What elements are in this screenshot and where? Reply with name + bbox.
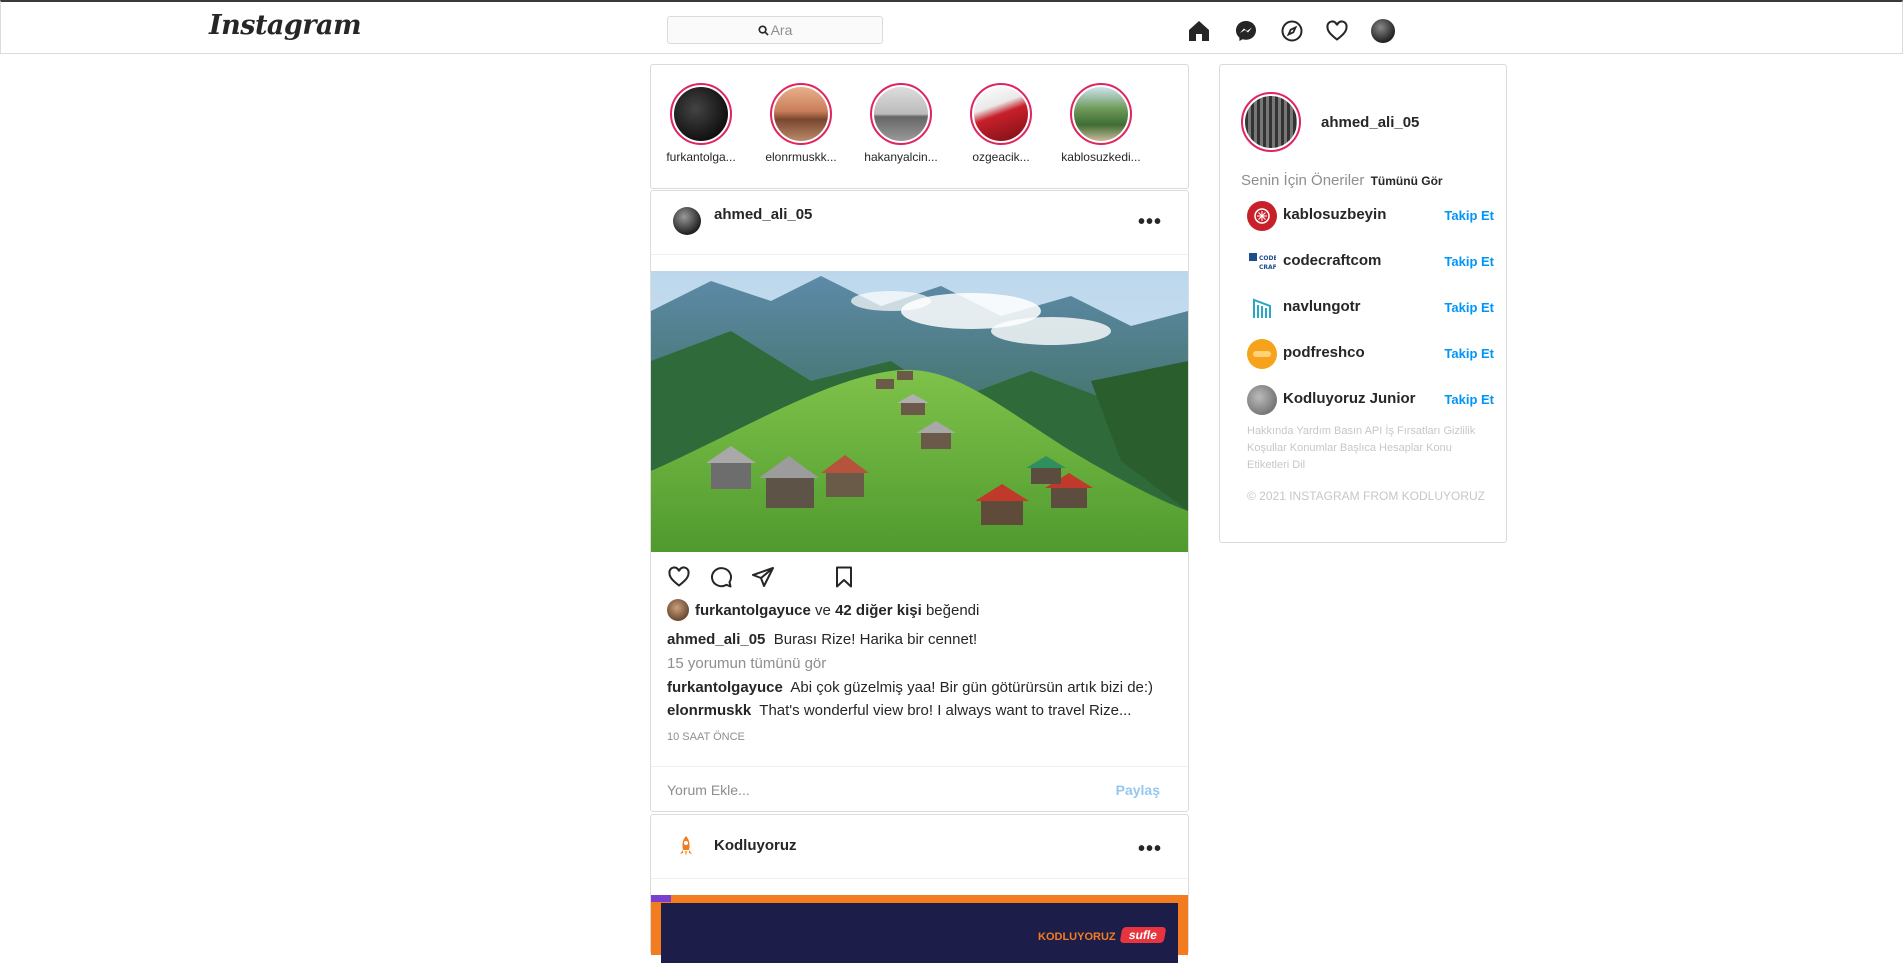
story-avatar	[774, 87, 828, 141]
post-image[interactable]	[651, 271, 1188, 552]
story-name: elonrmuskk...	[765, 150, 837, 164]
banner-badge: sufle	[1119, 927, 1167, 943]
heart-icon[interactable]	[1324, 18, 1350, 44]
post-header: Kodluyoruz •••	[651, 815, 1188, 879]
likes-summary: furkantolgayuce ve 42 diğer kişi beğendi	[667, 599, 979, 621]
home-icon[interactable]	[1186, 18, 1212, 44]
comment: elonrmuskk That's wonderful view bro! I …	[667, 702, 1131, 719]
add-comment-input[interactable]: Yorum Ekle...	[667, 782, 750, 798]
instagram-logo[interactable]: Instagram	[209, 10, 362, 41]
suggestions-title: Senin İçin Öneriler	[1241, 172, 1365, 189]
suggestion-username[interactable]: podfreshco	[1283, 344, 1365, 361]
story-item[interactable]: ozgeacik...	[961, 83, 1041, 164]
story-name: furkantolga...	[666, 150, 736, 164]
search-placeholder: Ara	[770, 22, 793, 38]
suggestion-username[interactable]: navlungotr	[1283, 298, 1361, 315]
post-action-bar	[667, 565, 1172, 593]
liked-by-joiner: ve	[815, 601, 831, 619]
story-avatar	[974, 87, 1028, 141]
banner-accent	[651, 895, 671, 902]
profile-avatar[interactable]	[1370, 18, 1396, 44]
top-navigation-bar: Instagram Ara	[0, 0, 1903, 54]
feed-post: ahmed_ali_05 ••• furkantolgayuce ve 42 d…	[650, 190, 1189, 812]
comment: furkantolgayuce Abi çok güzelmiş yaa! Bi…	[667, 679, 1153, 696]
explore-icon[interactable]	[1279, 18, 1305, 44]
post-author-avatar[interactable]	[673, 207, 701, 235]
save-bookmark-icon[interactable]	[832, 565, 856, 594]
svg-text:CRAFT: CRAFT	[1259, 264, 1276, 271]
kodluyoruz-junior-avatar[interactable]	[1247, 385, 1277, 415]
footer-links[interactable]: Hakkında Yardım Basın API İş Fırsatları …	[1247, 423, 1477, 474]
more-options-icon[interactable]: •••	[1138, 211, 1162, 234]
story-item[interactable]: elonrmuskk...	[761, 83, 841, 164]
suggestion-row: Kodluyoruz Junior Takip Et	[1247, 385, 1494, 415]
story-name: kablosuzkedi...	[1061, 150, 1141, 164]
liked-suffix: beğendi	[925, 601, 980, 619]
post-comment-button[interactable]: Paylaş	[1116, 782, 1160, 798]
story-avatar	[1074, 87, 1128, 141]
story-name: ozgeacik...	[972, 150, 1030, 164]
story-avatar	[674, 87, 728, 141]
follow-button[interactable]: Takip Et	[1444, 392, 1494, 407]
banner-brand-text: KODLUYORUZ	[1038, 931, 1116, 943]
rocket-icon[interactable]	[678, 835, 694, 862]
share-icon[interactable]	[751, 565, 775, 594]
story-item[interactable]: kablosuzkedi...	[1061, 83, 1141, 164]
search-icon	[758, 24, 769, 36]
sidebar-suggestions: ahmed_ali_05 Senin İçin Öneriler Tümünü …	[1219, 64, 1507, 543]
follow-button[interactable]: Takip Et	[1444, 208, 1494, 223]
comment-username[interactable]: furkantolgayuce	[667, 679, 783, 696]
follow-button[interactable]: Takip Et	[1444, 346, 1494, 361]
follow-button[interactable]: Takip Et	[1444, 254, 1494, 269]
post-author-username[interactable]: ahmed_ali_05	[714, 206, 812, 223]
post-author-username[interactable]: Kodluyoruz	[714, 837, 797, 854]
comment-text: Abi çok güzelmiş yaa! Bir gün götürürsün…	[790, 679, 1154, 696]
post-timestamp: 10 SAAT ÖNCE	[667, 731, 745, 743]
copyright-text: © 2021 INSTAGRAM FROM KODLUYORUZ	[1247, 489, 1485, 503]
suggestion-row: CODE CRAFT codecraftcom Takip Et	[1247, 247, 1494, 277]
view-all-comments-link[interactable]: 15 yorumun tümünü gör	[667, 655, 826, 672]
podfresh-logo-icon[interactable]	[1247, 339, 1277, 369]
comment-icon[interactable]	[709, 565, 733, 594]
story-item[interactable]: furkantolga...	[661, 83, 741, 164]
brain-logo-icon[interactable]	[1247, 201, 1277, 231]
suggestion-username[interactable]: codecraftcom	[1283, 252, 1381, 269]
codecraft-logo-icon[interactable]: CODE CRAFT	[1247, 247, 1277, 277]
post-caption: ahmed_ali_05 Burası Rize! Harika bir cen…	[667, 631, 977, 648]
current-user-avatar[interactable]	[1241, 92, 1301, 152]
post-header: ahmed_ali_05 •••	[651, 191, 1188, 255]
story-name: hakanyalcin...	[864, 150, 938, 164]
caption-text: Burası Rize! Harika bir cennet!	[773, 631, 978, 648]
suggestions-header: Senin İçin Öneriler Tümünü Gör	[1241, 172, 1443, 189]
add-comment-bar: Yorum Ekle... Paylaş	[651, 766, 1188, 812]
feed-post: Kodluyoruz ••• KODLUYORUZ sufle	[650, 814, 1189, 963]
liker-username[interactable]: furkantolgayuce	[695, 602, 811, 619]
search-input[interactable]: Ara	[667, 16, 883, 44]
other-likers[interactable]: 42 diğer kişi	[835, 602, 922, 619]
suggestion-username[interactable]: kablosuzbeyin	[1283, 206, 1386, 223]
story-avatar	[874, 87, 928, 141]
suggestion-row: kablosuzbeyin Takip Et	[1247, 201, 1494, 231]
caption-username[interactable]: ahmed_ali_05	[667, 631, 765, 648]
suggestion-username[interactable]: Kodluyoruz Junior	[1283, 390, 1416, 407]
current-user-username[interactable]: ahmed_ali_05	[1321, 114, 1419, 131]
like-icon[interactable]	[667, 565, 691, 594]
liker-avatar	[667, 599, 689, 621]
svg-text:CODE: CODE	[1259, 255, 1276, 262]
navlungo-logo-icon[interactable]	[1247, 293, 1277, 323]
suggestion-row: podfreshco Takip Et	[1247, 339, 1494, 369]
stories-tray: furkantolga... elonrmuskk... hakanyalcin…	[650, 64, 1189, 189]
see-all-link[interactable]: Tümünü Gör	[1371, 174, 1443, 188]
more-options-icon[interactable]: •••	[1138, 838, 1162, 861]
comment-username[interactable]: elonrmuskk	[667, 702, 751, 719]
banner-panel: KODLUYORUZ sufle	[661, 903, 1178, 963]
story-item[interactable]: hakanyalcin...	[861, 83, 941, 164]
suggestion-row: navlungotr Takip Et	[1247, 293, 1494, 323]
messenger-icon[interactable]	[1233, 18, 1259, 44]
comment-text: That's wonderful view bro! I always want…	[759, 702, 1132, 719]
follow-button[interactable]: Takip Et	[1444, 300, 1494, 315]
post-image[interactable]: KODLUYORUZ sufle	[651, 895, 1188, 963]
